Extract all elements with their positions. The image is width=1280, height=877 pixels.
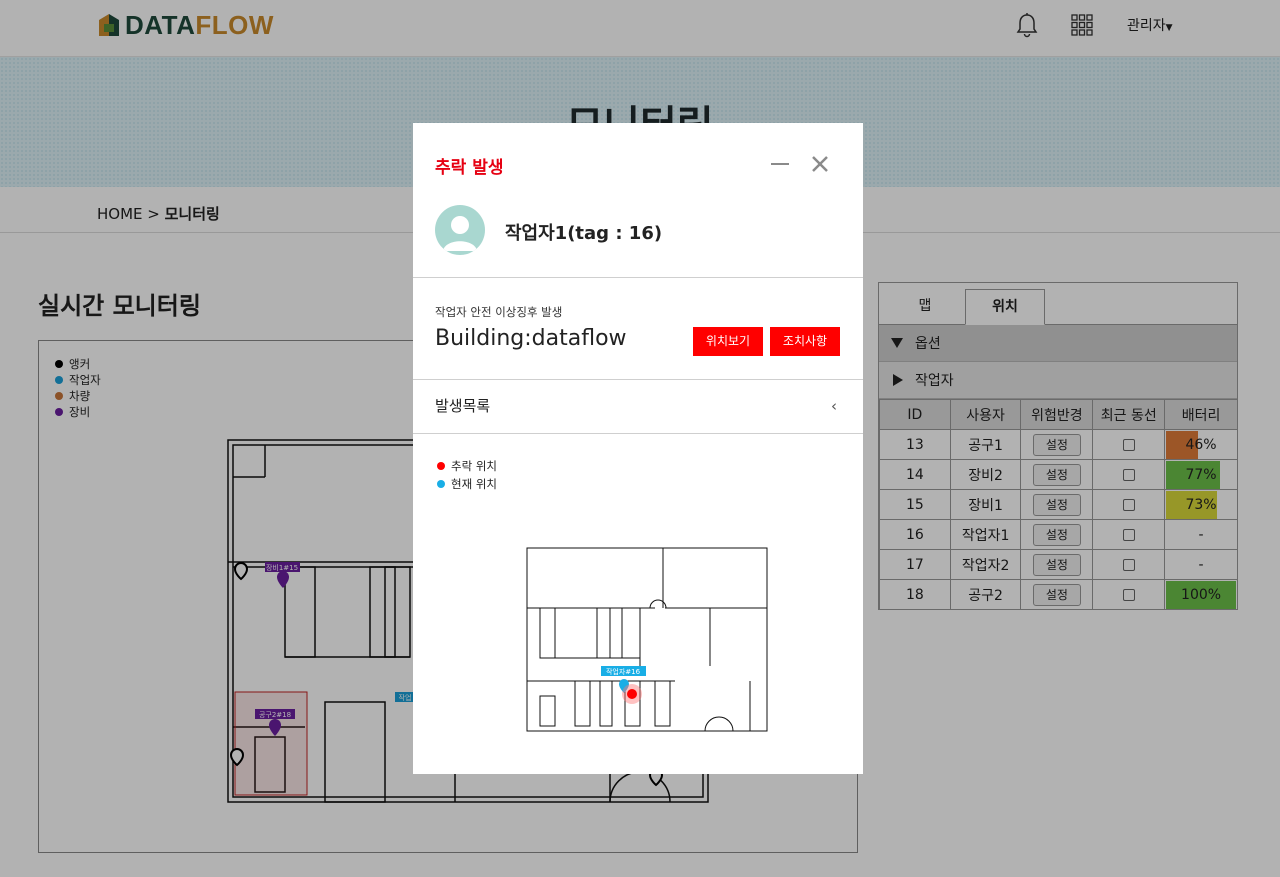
legend-label: 추락 위치 bbox=[451, 459, 497, 473]
modal-title: 추락 발생 bbox=[435, 158, 504, 178]
divider bbox=[413, 379, 863, 380]
view-location-button[interactable]: 위치보기 bbox=[693, 327, 763, 356]
legend-dot bbox=[437, 462, 445, 470]
user-avatar-icon bbox=[443, 216, 477, 251]
legend-label: 현재 위치 bbox=[451, 477, 497, 491]
fall-location-marker[interactable] bbox=[627, 689, 637, 699]
legend-item: 현재 위치 bbox=[437, 475, 497, 493]
close-icon[interactable] bbox=[809, 153, 831, 175]
minimize-icon[interactable] bbox=[771, 163, 789, 165]
divider bbox=[413, 277, 863, 278]
worker-name: 작업자1(tag : 16) bbox=[505, 223, 663, 244]
modal-legend: 추락 위치 현재 위치 bbox=[437, 457, 497, 493]
event-subtitle: 작업자 안전 이상징후 발생 bbox=[435, 305, 563, 319]
avatar bbox=[435, 205, 485, 255]
fall-alert-modal: 추락 발생 작업자1(tag : 16) 작업자 안전 이상징후 발생 Buil… bbox=[413, 123, 863, 774]
legend-dot bbox=[437, 480, 445, 488]
chevron-left-icon[interactable]: ‹ bbox=[831, 397, 837, 415]
minimap-worker-tag: 작업자#16 bbox=[606, 667, 641, 676]
actions-button[interactable]: 조치사항 bbox=[770, 327, 840, 356]
incident-minimap: 작업자#16 bbox=[526, 547, 768, 732]
legend-item: 추락 위치 bbox=[437, 457, 497, 475]
history-label[interactable]: 발생목록 bbox=[435, 395, 490, 416]
divider bbox=[413, 433, 863, 434]
building-name: Building:dataflow bbox=[435, 326, 627, 351]
